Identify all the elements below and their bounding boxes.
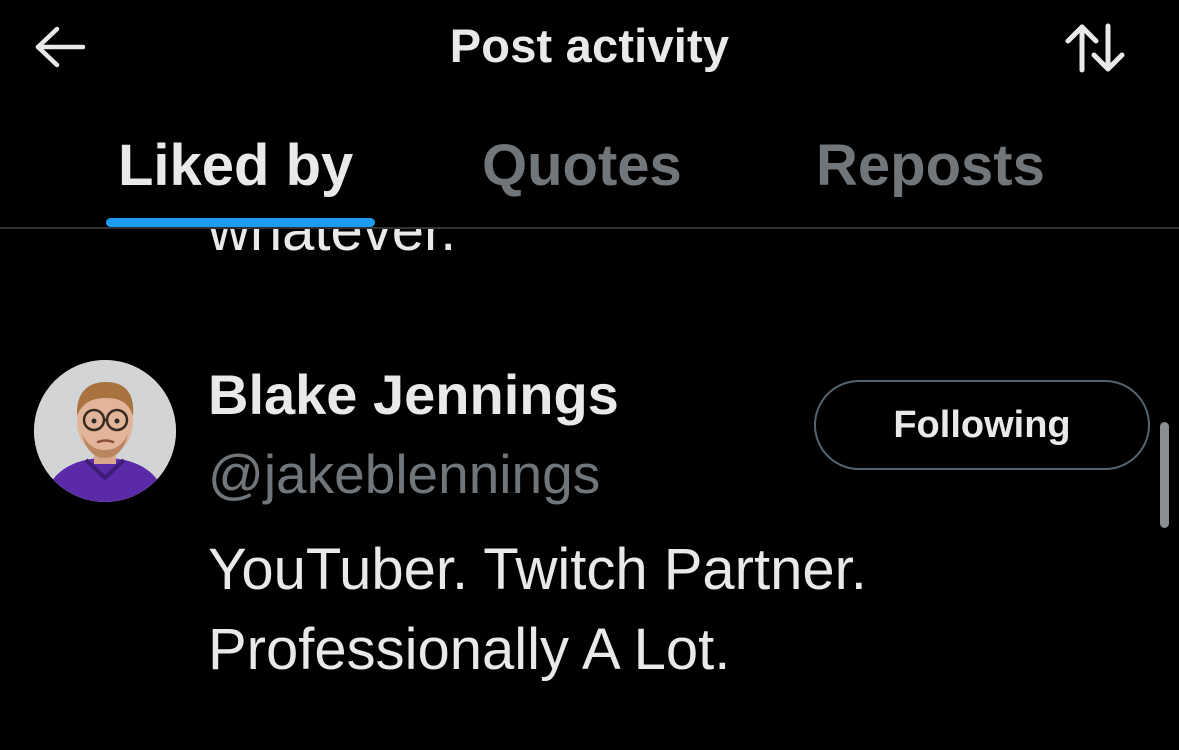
user-bio-line: Professionally A Lot.: [208, 617, 731, 682]
avatar[interactable]: [34, 360, 176, 502]
following-button[interactable]: Following: [814, 380, 1150, 470]
scrollbar[interactable]: [1160, 422, 1169, 528]
user-bio-line: YouTuber. Twitch Partner.: [208, 537, 867, 602]
user-list-item[interactable]: Blake Jennings @jakeblennings YouTuber. …: [0, 350, 1179, 690]
tab-quotes[interactable]: Quotes: [482, 132, 682, 199]
user-display-name[interactable]: Blake Jennings: [208, 362, 619, 427]
top-bar: Post activity: [0, 0, 1179, 100]
sort-arrows-icon: [1065, 23, 1125, 73]
previous-item-clip: whatever.: [0, 229, 1179, 269]
previous-item-text: whatever.: [208, 229, 457, 263]
activity-tabs: Liked by Quotes Reposts: [0, 118, 1179, 228]
sort-button[interactable]: [1058, 20, 1132, 76]
active-tab-indicator: [106, 218, 375, 227]
avatar-image: [34, 360, 176, 502]
tab-reposts[interactable]: Reposts: [816, 132, 1045, 199]
tab-liked-by[interactable]: Liked by: [118, 132, 353, 199]
page-title: Post activity: [449, 19, 730, 72]
user-bio: YouTuber. Twitch Partner. Professionally…: [208, 530, 1108, 690]
user-handle: @jakeblennings: [208, 443, 601, 505]
